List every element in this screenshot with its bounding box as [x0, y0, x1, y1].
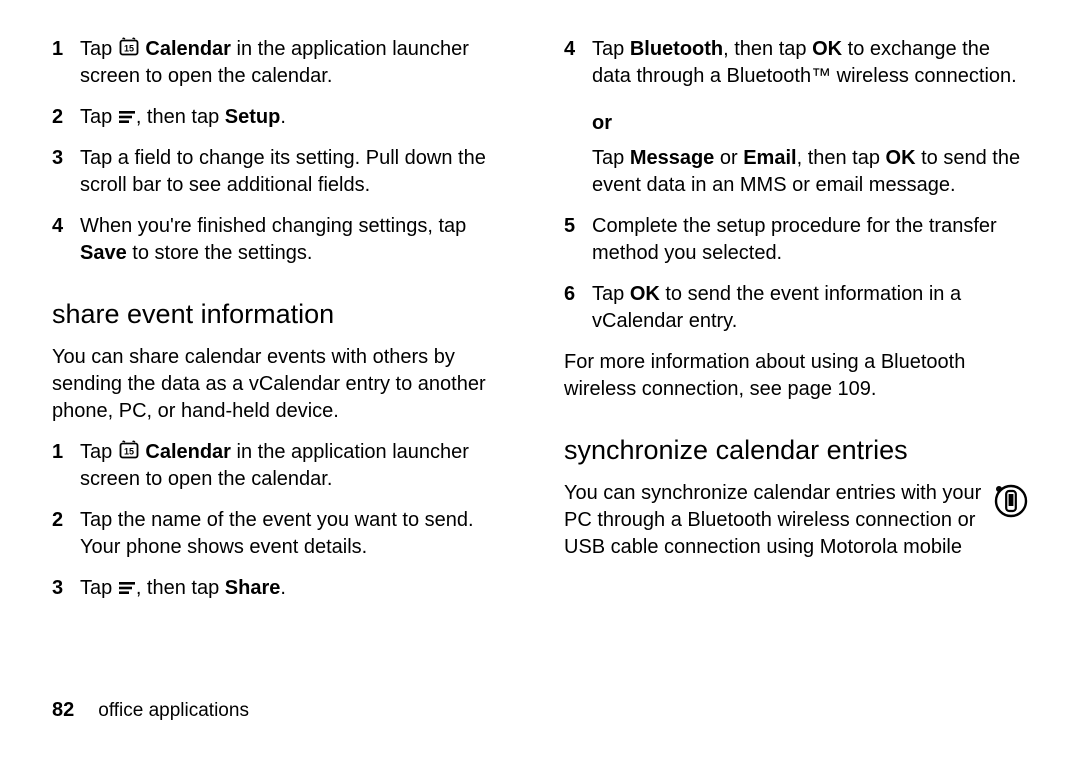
numbered-step: 1Tap 15 Calendar in the application laun… [52, 36, 516, 90]
bold-text: Bluetooth [630, 38, 723, 60]
bold-text: Calendar [145, 38, 231, 60]
numbered-step: 1Tap 15 Calendar in the application laun… [52, 439, 516, 493]
numbered-step: 2Tap the name of the event you want to s… [52, 507, 516, 561]
step-number: 2 [52, 104, 80, 131]
step-text: Tap Bluetooth, then tap OK to exchange t… [592, 36, 1028, 90]
step-number: 4 [564, 36, 592, 90]
steps-list-d: 5Complete the setup procedure for the tr… [564, 213, 1028, 349]
bold-text: Setup [225, 106, 281, 128]
svg-text:15: 15 [124, 44, 134, 54]
right-column: 4Tap Bluetooth, then tap OK to exchange … [564, 36, 1028, 676]
step-number: 6 [564, 281, 592, 335]
step-number: 3 [52, 145, 80, 199]
step-text: Tap OK to send the event information in … [592, 281, 1028, 335]
calendar-icon: 15 [118, 37, 140, 57]
or-label: or [592, 112, 1028, 135]
sync-icon [992, 482, 1028, 523]
bold-text: Calendar [145, 441, 231, 463]
step-text: Tap , then tap Share. [80, 575, 516, 602]
calendar-icon: 15 [118, 440, 140, 460]
numbered-step: 3Tap , then tap Share. [52, 575, 516, 602]
step-number: 3 [52, 575, 80, 602]
page-number: 82 [52, 699, 74, 722]
bold-text: OK [886, 147, 916, 169]
page-columns: 1Tap 15 Calendar in the application laun… [52, 36, 1028, 676]
steps-list-b: 1Tap 15 Calendar in the application laun… [52, 439, 516, 616]
bold-text: OK [630, 283, 660, 305]
sync-row: You can synchronize calendar entries wit… [564, 480, 1028, 575]
step-number: 1 [52, 439, 80, 493]
step-text: Tap the name of the event you want to se… [80, 507, 516, 561]
svg-text:15: 15 [124, 447, 134, 457]
left-column: 1Tap 15 Calendar in the application laun… [52, 36, 516, 676]
page-footer: 82 office applications [52, 699, 249, 722]
footer-label: office applications [98, 700, 249, 722]
step-text: When you're finished changing settings, … [80, 213, 516, 267]
steps-list-a: 1Tap 15 Calendar in the application laun… [52, 36, 516, 281]
numbered-step: 6Tap OK to send the event information in… [564, 281, 1028, 335]
step-text: Tap , then tap Setup. [80, 104, 516, 131]
bold-text: Email [743, 147, 796, 169]
step-text: Tap a field to change its setting. Pull … [80, 145, 516, 199]
heading-share: share event information [52, 299, 516, 330]
numbered-step: 5Complete the setup procedure for the tr… [564, 213, 1028, 267]
steps-list-c: 4Tap Bluetooth, then tap OK to exchange … [564, 36, 1028, 104]
step-number: 1 [52, 36, 80, 90]
menu-icon [118, 581, 136, 595]
or-para: Tap Message or Email, then tap OK to sen… [592, 145, 1028, 199]
bold-text: Save [80, 242, 127, 264]
share-intro-para: You can share calendar events with other… [52, 344, 516, 425]
step-text: Complete the setup procedure for the tra… [592, 213, 1028, 267]
menu-icon [118, 110, 136, 124]
bold-text: OK [812, 38, 842, 60]
step-number: 2 [52, 507, 80, 561]
bold-text: Share [225, 577, 281, 599]
bt-info-para: For more information about using a Bluet… [564, 349, 1028, 403]
step-text: Tap 15 Calendar in the application launc… [80, 439, 516, 493]
numbered-step: 3Tap a field to change its setting. Pull… [52, 145, 516, 199]
step-number: 4 [52, 213, 80, 267]
heading-sync: synchronize calendar entries [564, 435, 1028, 466]
numbered-step: 2Tap , then tap Setup. [52, 104, 516, 131]
numbered-step: 4When you're finished changing settings,… [52, 213, 516, 267]
sync-para: You can synchronize calendar entries wit… [564, 480, 982, 561]
step-number: 5 [564, 213, 592, 267]
bold-text: Message [630, 147, 715, 169]
step-text: Tap 15 Calendar in the application launc… [80, 36, 516, 90]
numbered-step: 4Tap Bluetooth, then tap OK to exchange … [564, 36, 1028, 90]
